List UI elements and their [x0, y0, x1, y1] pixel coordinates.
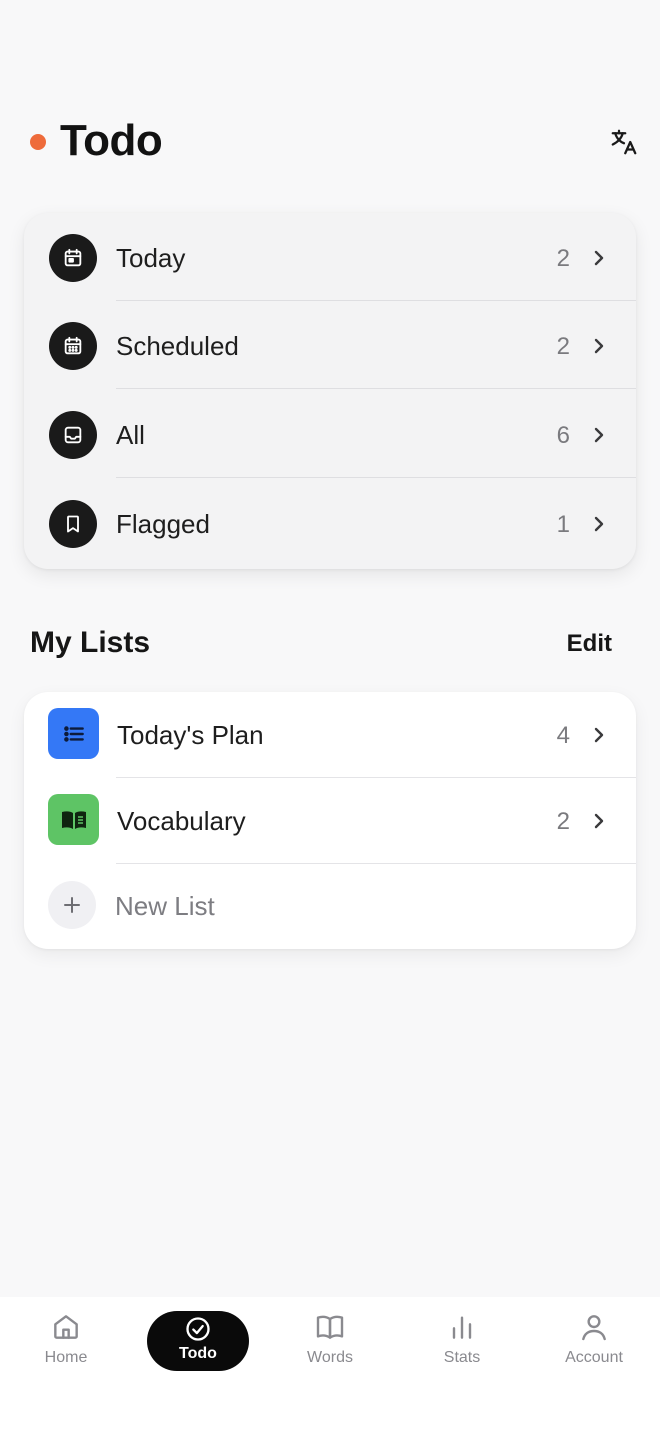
book-icon: [48, 794, 99, 845]
home-icon: [54, 1315, 78, 1339]
chevron-right-icon: [594, 813, 604, 829]
chevron-right-icon: [594, 250, 604, 266]
bookmark-icon: [49, 500, 97, 548]
nav-label: Stats: [443, 1349, 481, 1366]
my-lists-card: Today's Plan 4 Vocabulary 2 New List: [24, 692, 636, 949]
list-icon: [48, 708, 99, 759]
translate-button[interactable]: [606, 124, 642, 160]
smart-list-label: All: [116, 420, 145, 450]
nav-words[interactable]: Words: [275, 1311, 385, 1373]
chevron-right-icon: [594, 427, 604, 443]
todo-screen: Todo Today 2 Scheduled 2 All 6 Flagged 1…: [0, 0, 660, 1434]
calendar-grid-icon: [49, 322, 97, 370]
translate-icon: [611, 129, 637, 155]
open-book-icon: [316, 1315, 344, 1339]
new-list-button[interactable]: New List: [24, 864, 636, 949]
smart-list-label: Flagged: [116, 509, 210, 539]
bar-chart-icon: [452, 1316, 472, 1339]
divider: [116, 476, 636, 478]
smart-list-flagged[interactable]: Flagged 1: [24, 479, 636, 567]
nav-label: Home: [44, 1349, 88, 1366]
smart-list-count: 1: [556, 511, 570, 538]
nav-todo[interactable]: Todo: [147, 1311, 249, 1371]
smart-list-count: 6: [556, 422, 570, 449]
plus-icon: [48, 881, 96, 929]
nav-account[interactable]: Account: [539, 1311, 649, 1373]
nav-home[interactable]: Home: [11, 1311, 121, 1373]
smart-list-label: Today: [116, 243, 186, 273]
new-list-label: New List: [115, 891, 215, 921]
divider: [116, 387, 636, 389]
bottom-nav: Home Todo Words Stats Account: [0, 1297, 660, 1434]
chevron-right-icon: [594, 727, 604, 743]
inbox-icon: [49, 411, 97, 459]
list-item-count: 4: [556, 722, 570, 749]
nav-label: Words: [307, 1349, 353, 1366]
smart-list-today[interactable]: Today 2: [24, 213, 636, 301]
smart-list-all[interactable]: All 6: [24, 390, 636, 478]
edit-button[interactable]: Edit: [567, 630, 612, 658]
list-item-count: 2: [556, 808, 570, 835]
list-item-label: Today's Plan: [117, 720, 264, 750]
smart-list-count: 2: [556, 245, 570, 272]
list-item-vocabulary[interactable]: Vocabulary 2: [24, 778, 636, 864]
nav-label: Todo: [179, 1345, 217, 1362]
list-item-label: Vocabulary: [117, 806, 246, 836]
chevron-right-icon: [594, 338, 604, 354]
page-title: Todo: [60, 116, 163, 165]
chevron-right-icon: [594, 516, 604, 532]
person-icon: [582, 1315, 606, 1341]
nav-label: Account: [565, 1349, 623, 1366]
check-circle-icon: [186, 1317, 210, 1341]
calendar-day-icon: [49, 234, 97, 282]
smart-list-label: Scheduled: [116, 331, 239, 361]
smart-list-scheduled[interactable]: Scheduled 2: [24, 301, 636, 389]
nav-stats[interactable]: Stats: [407, 1311, 517, 1373]
smart-list-count: 2: [556, 333, 570, 360]
list-item-todays-plan[interactable]: Today's Plan 4: [24, 692, 636, 778]
header: Todo: [0, 108, 660, 178]
smart-lists-card: Today 2 Scheduled 2 All 6 Flagged 1: [24, 213, 636, 569]
accent-dot: [30, 134, 46, 150]
my-lists-title: My Lists: [30, 626, 151, 659]
